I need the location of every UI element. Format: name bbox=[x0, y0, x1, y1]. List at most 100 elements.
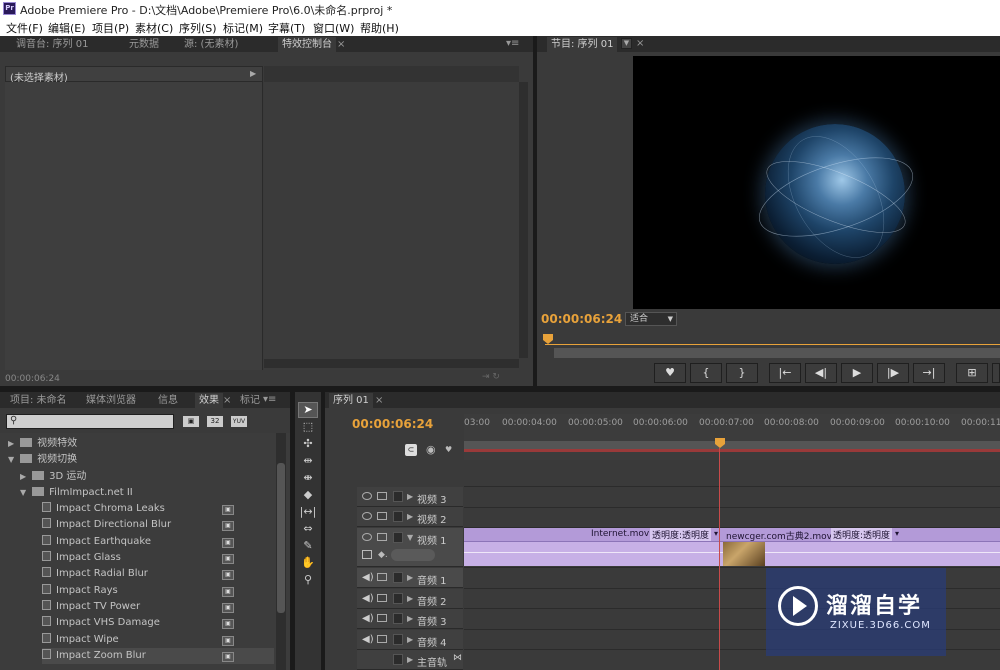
lock-icon[interactable] bbox=[393, 491, 403, 502]
master-output-icon[interactable]: ⋈ bbox=[453, 653, 462, 663]
chevron-down-icon[interactable]: ▾ bbox=[895, 529, 899, 538]
effects-scrollbar[interactable] bbox=[519, 82, 528, 358]
menu-marker[interactable]: 标记(M) bbox=[223, 20, 263, 36]
tab-markers[interactable]: 标记 bbox=[236, 393, 264, 408]
panel-menu-icon[interactable]: ▾≡ bbox=[263, 394, 276, 405]
panel-menu-icon[interactable]: ▾≡ bbox=[506, 38, 519, 49]
step-back-button[interactable]: ◀| bbox=[805, 363, 837, 383]
pen-tool-icon[interactable]: ✎ bbox=[298, 539, 318, 552]
snap-icon[interactable]: ⊂ bbox=[405, 444, 417, 456]
expand-arrow-icon[interactable]: ▶ bbox=[407, 635, 413, 644]
menu-file[interactable]: 文件(F) bbox=[6, 20, 43, 36]
fit-dropdown[interactable]: 适合 ▼ bbox=[625, 312, 677, 326]
32bit-effects-button[interactable]: 32 bbox=[207, 416, 223, 427]
go-to-out-button[interactable]: →| bbox=[913, 363, 945, 383]
expand-arrow-icon[interactable]: ▶ bbox=[407, 655, 413, 664]
yuv-effects-button[interactable]: YUV bbox=[231, 416, 247, 427]
rolling-edit-tool-icon[interactable]: ⇹ bbox=[298, 454, 318, 467]
sync-lock-icon[interactable] bbox=[377, 594, 387, 602]
tree-item-fx[interactable]: Impact Directional Blur bbox=[42, 517, 171, 533]
camera-icon[interactable] bbox=[377, 492, 387, 500]
tree-item-fx[interactable]: Impact TV Power bbox=[42, 599, 140, 615]
effects-hscrollbar[interactable] bbox=[264, 359, 519, 368]
add-marker-icon[interactable]: ♥ bbox=[445, 445, 452, 454]
tab-audio-mixer[interactable]: 调音台: 序列 01 bbox=[12, 37, 92, 52]
tab-project[interactable]: 项目: 未命名 bbox=[6, 393, 71, 408]
display-style-icon[interactable] bbox=[362, 550, 372, 559]
menu-title[interactable]: 字幕(T) bbox=[268, 20, 305, 36]
lock-icon[interactable] bbox=[393, 634, 403, 645]
effects-tree-scrollbar[interactable] bbox=[276, 433, 286, 670]
eye-icon[interactable] bbox=[362, 512, 372, 520]
clip-fx-label[interactable]: 透明度:透明度 bbox=[831, 528, 893, 541]
work-area-bar[interactable] bbox=[464, 441, 1000, 449]
tree-item-fx[interactable]: Impact Glass bbox=[42, 550, 121, 566]
expand-arrow-icon[interactable]: ▶ bbox=[250, 69, 256, 78]
effects-search-input[interactable]: ⚲ bbox=[6, 414, 174, 429]
extract-button[interactable] bbox=[992, 363, 1000, 383]
tree-item-fx[interactable]: Impact Wipe bbox=[42, 632, 119, 648]
lock-icon[interactable] bbox=[393, 511, 403, 522]
scrollbar-thumb[interactable] bbox=[277, 463, 285, 613]
video-clip[interactable]: Internet.mov 透明度:透明度 ▾ bbox=[464, 528, 723, 566]
camera-icon[interactable] bbox=[377, 512, 387, 520]
tree-item-fx[interactable]: Impact Rays bbox=[42, 583, 118, 599]
expand-arrow-icon[interactable]: ▶ bbox=[407, 614, 413, 623]
lock-icon[interactable] bbox=[393, 532, 403, 543]
rate-stretch-tool-icon[interactable]: ⇼ bbox=[298, 471, 318, 484]
keyframe-nav[interactable] bbox=[391, 549, 435, 561]
zoom-tool-icon[interactable]: ⚲ bbox=[298, 573, 318, 586]
lock-icon[interactable] bbox=[393, 613, 403, 624]
expand-arrow-icon[interactable]: ▶ bbox=[407, 512, 413, 521]
sync-lock-icon[interactable] bbox=[377, 614, 387, 622]
ripple-edit-tool-icon[interactable]: ✣ bbox=[298, 437, 318, 450]
accelerated-effects-icon[interactable]: ▣ bbox=[183, 416, 199, 427]
keyframe-icon[interactable]: ◆. bbox=[378, 550, 388, 560]
tree-item-fx[interactable]: Impact VHS Damage bbox=[42, 615, 160, 631]
video-clip[interactable]: newcger.com古典2.mov 透明度:透明度 ▾ bbox=[723, 528, 1000, 566]
tab-media-browser[interactable]: 媒体浏览器 bbox=[82, 393, 140, 408]
program-scrub-bar[interactable] bbox=[554, 348, 1000, 358]
menu-sequence[interactable]: 序列(S) bbox=[179, 20, 217, 36]
marker-button[interactable]: ♥ bbox=[654, 363, 686, 383]
tab-metadata[interactable]: 元数据 bbox=[125, 37, 163, 52]
tree-item-fx-selected[interactable]: Impact Zoom Blur bbox=[42, 648, 274, 664]
tree-item-fx[interactable]: Impact Chroma Leaks bbox=[42, 501, 165, 517]
menu-edit[interactable]: 编辑(E) bbox=[48, 20, 86, 36]
tree-item-video-effects[interactable]: ▶ 视频特效 bbox=[8, 436, 77, 452]
close-icon[interactable]: × bbox=[337, 39, 345, 50]
close-icon[interactable]: × bbox=[375, 395, 383, 406]
slide-tool-icon[interactable]: ⇔ bbox=[298, 522, 318, 535]
tree-item-3d-motion[interactable]: ▶ 3D 运动 bbox=[20, 469, 86, 485]
close-icon[interactable]: × bbox=[636, 38, 644, 49]
tree-item-video-transitions[interactable]: ▼ 视频切换 bbox=[8, 452, 77, 468]
tree-item-fx[interactable]: Impact Radial Blur bbox=[42, 566, 148, 582]
expand-arrow-icon[interactable]: ▶ bbox=[407, 492, 413, 501]
chevron-down-icon[interactable]: ▾ bbox=[714, 529, 718, 538]
tab-effects[interactable]: 效果 bbox=[195, 393, 223, 408]
expand-arrow-icon[interactable]: ▶ bbox=[407, 573, 413, 582]
track-select-tool-icon[interactable]: ⬚ bbox=[298, 420, 318, 433]
export-icon[interactable]: ⇥ ↻ bbox=[482, 372, 500, 382]
program-menu-icon[interactable]: ▼ bbox=[621, 38, 632, 49]
speaker-icon[interactable]: ◀) bbox=[362, 593, 374, 604]
tree-item-fx[interactable]: Impact Earthquake bbox=[42, 534, 151, 550]
lock-icon[interactable] bbox=[393, 593, 403, 604]
menu-window[interactable]: 窗口(W) bbox=[313, 20, 354, 36]
step-forward-button[interactable]: |▶ bbox=[877, 363, 909, 383]
tab-info[interactable]: 信息 bbox=[154, 393, 182, 408]
sync-lock-icon[interactable] bbox=[377, 635, 387, 643]
hand-tool-icon[interactable]: ✋ bbox=[298, 556, 318, 569]
camera-icon[interactable] bbox=[377, 533, 387, 541]
menu-clip[interactable]: 素材(C) bbox=[135, 20, 173, 36]
close-icon[interactable]: × bbox=[223, 395, 231, 406]
eye-icon[interactable] bbox=[362, 533, 372, 541]
speaker-icon[interactable]: ◀) bbox=[362, 572, 374, 583]
speaker-icon[interactable]: ◀) bbox=[362, 634, 374, 645]
expand-arrow-icon[interactable]: ▶ bbox=[407, 594, 413, 603]
lock-icon[interactable] bbox=[393, 654, 403, 665]
tab-source[interactable]: 源: (无素材) bbox=[180, 37, 242, 52]
lock-icon[interactable] bbox=[393, 572, 403, 583]
tab-effect-controls[interactable]: 特效控制台 bbox=[278, 37, 336, 52]
speaker-icon[interactable]: ◀) bbox=[362, 613, 374, 624]
